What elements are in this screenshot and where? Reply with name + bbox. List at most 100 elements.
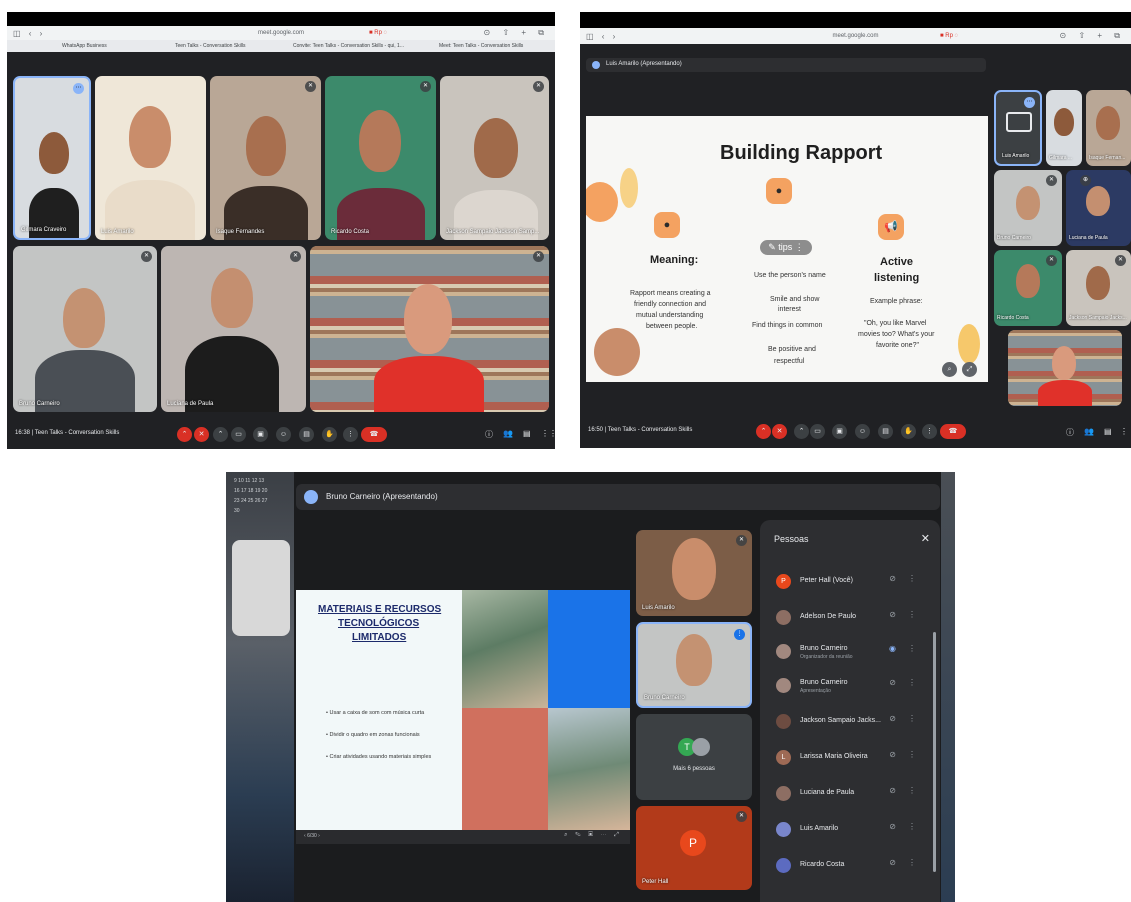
- list-item[interactable]: P Peter Hall (Você) ⊘ ⋮: [766, 566, 922, 596]
- tab-convite[interactable]: Convite: Teen Talks - Conversation Skill…: [293, 43, 404, 49]
- participant-tile[interactable]: ⋮ Bruno Carneiro: [636, 622, 752, 708]
- participant-tile[interactable]: ✕ Jackson Sampaio Jacks...: [1066, 250, 1131, 326]
- participant-tile[interactable]: ✕ Bruno Carneiro: [994, 170, 1062, 246]
- participant-tile[interactable]: Luis Amarilo: [95, 76, 206, 240]
- more-options-icon[interactable]: ⋮: [908, 750, 916, 759]
- pin-icon[interactable]: ⊕: [1080, 175, 1091, 186]
- video-icon[interactable]: ▭: [231, 427, 246, 442]
- url-text[interactable]: meet.google.com: [832, 33, 878, 39]
- sidebar-nav-icons[interactable]: ◫ ‹ ›: [13, 29, 45, 38]
- mic-toggle-button[interactable]: ⌃: [756, 424, 771, 439]
- list-item[interactable]: Adelson De Paulo ⊘ ⋮: [766, 602, 922, 632]
- tab-meet[interactable]: Meet: Teen Talks - Conversation Skills: [439, 43, 523, 49]
- participant-tile[interactable]: ✕ Ricardo Costa: [325, 76, 436, 240]
- participant-tile[interactable]: ✕ Luis Amarilo: [636, 530, 752, 616]
- participant-tile[interactable]: Isaque Fernan...: [1086, 90, 1131, 166]
- avatar: [776, 644, 791, 659]
- participant-tile[interactable]: ✕ Jackson Sampaio Jackson Samp...: [440, 76, 549, 240]
- list-item[interactable]: Bruno Carneiro Apresentação ⊘ ⋮: [766, 670, 922, 700]
- slide-toolbar[interactable]: ‹ 6/30 › ⌕ ✎ ▣ ⋯ ⤢: [296, 830, 630, 844]
- more-options-icon[interactable]: ⋮: [908, 678, 916, 687]
- info-icon[interactable]: ⓘ: [1066, 427, 1074, 438]
- slide-tools-icons[interactable]: ⌕ ✎ ▣ ⋯ ⤢: [564, 832, 622, 839]
- emoji-button[interactable]: ☺: [855, 424, 870, 439]
- end-call-button[interactable]: ☎: [940, 424, 966, 439]
- raise-hand-button[interactable]: ✋: [322, 427, 337, 442]
- sidebar-nav-icons[interactable]: ◫ ‹ ›: [586, 32, 618, 41]
- avatar: [1016, 186, 1040, 220]
- more-options-button[interactable]: ⋮: [343, 427, 358, 442]
- chat-icon[interactable]: ▤: [523, 429, 531, 438]
- video-icon[interactable]: ▭: [810, 424, 825, 439]
- participant-tile[interactable]: ⋯ Gilmara Craveiro: [13, 76, 91, 240]
- mic-off-icon: ✕: [420, 81, 431, 92]
- participant-tile[interactable]: Gilmara ...: [1046, 90, 1082, 166]
- chat-icon[interactable]: ▤: [1104, 427, 1112, 436]
- participant-tile[interactable]: ✕ Bruno Carneiro: [13, 246, 157, 412]
- participant-tile[interactable]: P ✕ Peter Hall: [636, 806, 752, 890]
- more-options-icon[interactable]: ⋮: [908, 822, 916, 831]
- participant-tile[interactable]: ✕: [310, 246, 549, 412]
- more-options-icon[interactable]: ⋮: [908, 714, 916, 723]
- more-options-button[interactable]: ⋮: [922, 424, 937, 439]
- browser-action-icons[interactable]: ⊙ ⇧ + ⧉: [484, 28, 549, 38]
- list-item[interactable]: Bruno Carneiro Organizador da reunião ◉ …: [766, 636, 922, 666]
- more-options-icon[interactable]: ⋮: [908, 858, 916, 867]
- people-scrollbar[interactable]: [933, 632, 936, 872]
- more-options-icon[interactable]: ⋮: [908, 644, 916, 653]
- activities-icon[interactable]: ⋮⋮: [1120, 427, 1131, 436]
- close-icon[interactable]: ✕: [921, 532, 930, 545]
- speaking-indicator-icon: ⋮: [734, 629, 745, 640]
- participant-name: Bruno Carneiro: [19, 401, 60, 407]
- people-icon[interactable]: 👥: [1084, 427, 1094, 436]
- present-button[interactable]: ▣: [832, 424, 847, 439]
- participant-tile[interactable]: ✕ Luciana de Paula: [161, 246, 306, 412]
- raise-hand-button[interactable]: ✋: [901, 424, 916, 439]
- participant-tile[interactable]: ⊕ Luciana de Paula: [1066, 170, 1131, 246]
- more-people-tile[interactable]: T Mais 6 pessoas: [636, 714, 752, 800]
- participant-tile[interactable]: ✕ Isaque Fernandes: [210, 76, 321, 240]
- more-options-icon[interactable]: ⋮: [908, 610, 916, 619]
- more-options-icon[interactable]: ⋮: [908, 574, 916, 583]
- participant-name: Ricardo Costa: [331, 229, 370, 235]
- slide-bullet: • Dividir o quadro em zonas funcionais: [326, 732, 420, 738]
- info-icon[interactable]: ⓘ: [485, 429, 493, 440]
- activities-icon[interactable]: ⋮⋮: [541, 429, 555, 438]
- address-bar[interactable]: ◫ ‹ › meet.google.com ■ Rp ◌ ⊙ ⇧ + ⧉: [580, 28, 1131, 44]
- camera-button[interactable]: ⌃: [794, 424, 809, 439]
- more-options-icon[interactable]: ⋯: [1024, 97, 1035, 108]
- fullscreen-icon[interactable]: ⤢: [962, 362, 977, 377]
- participant-name: Isaque Fernandes: [216, 229, 265, 235]
- list-item[interactable]: Jackson Sampaio Jacks... ⊘ ⋮: [766, 706, 922, 736]
- more-options-icon[interactable]: ⋯: [73, 83, 84, 94]
- captions-button[interactable]: ▤: [878, 424, 893, 439]
- mic-off-icon: ⊘: [889, 786, 896, 795]
- browser-action-icons[interactable]: ⊙ ⇧ + ⧉: [1060, 31, 1125, 41]
- mic-toggle-button[interactable]: ⌃: [177, 427, 192, 442]
- mic-off-icon: ✕: [533, 81, 544, 92]
- participant-tile[interactable]: ⋯ Luis Amarilo: [994, 90, 1042, 166]
- captions-button[interactable]: ▤: [299, 427, 314, 442]
- participant-tile[interactable]: ✕ Ricardo Costa: [994, 250, 1062, 326]
- mic-off-button[interactable]: ✕: [194, 427, 209, 442]
- end-call-button[interactable]: ☎: [361, 427, 387, 442]
- tab-teen-talks[interactable]: Teen Talks - Conversation Skills: [175, 43, 246, 49]
- more-options-icon[interactable]: ⋮: [908, 786, 916, 795]
- people-icon[interactable]: 👥: [503, 429, 513, 438]
- list-item[interactable]: L Larissa Maria Oliveira ⊘ ⋮: [766, 742, 922, 772]
- emoji-button[interactable]: ☺: [276, 427, 291, 442]
- avatar: [776, 822, 791, 837]
- address-bar[interactable]: ◫ ‹ › meet.google.com ■ Rp ◌ ⊙ ⇧ + ⧉: [7, 26, 555, 40]
- zoom-icon[interactable]: ⌕: [942, 362, 957, 377]
- meet-screenshot-3: 9 10 11 12 13 16 17 18 19 20 23 24 25 26…: [226, 472, 955, 902]
- list-item[interactable]: Luciana de Paula ⊘ ⋮: [766, 778, 922, 808]
- present-button[interactable]: ▣: [253, 427, 268, 442]
- list-item[interactable]: Luis Amarilo ⊘ ⋮: [766, 814, 922, 844]
- meet-screenshot-2: ◫ ‹ › meet.google.com ■ Rp ◌ ⊙ ⇧ + ⧉ Lui…: [580, 12, 1131, 448]
- list-item[interactable]: Ricardo Costa ⊘ ⋮: [766, 850, 922, 880]
- participant-tile[interactable]: [1008, 330, 1122, 406]
- mic-off-button[interactable]: ✕: [772, 424, 787, 439]
- camera-button[interactable]: ⌃: [213, 427, 228, 442]
- tab-whatsapp[interactable]: WhatsApp Business: [62, 43, 107, 49]
- url-text[interactable]: meet.google.com: [258, 30, 304, 36]
